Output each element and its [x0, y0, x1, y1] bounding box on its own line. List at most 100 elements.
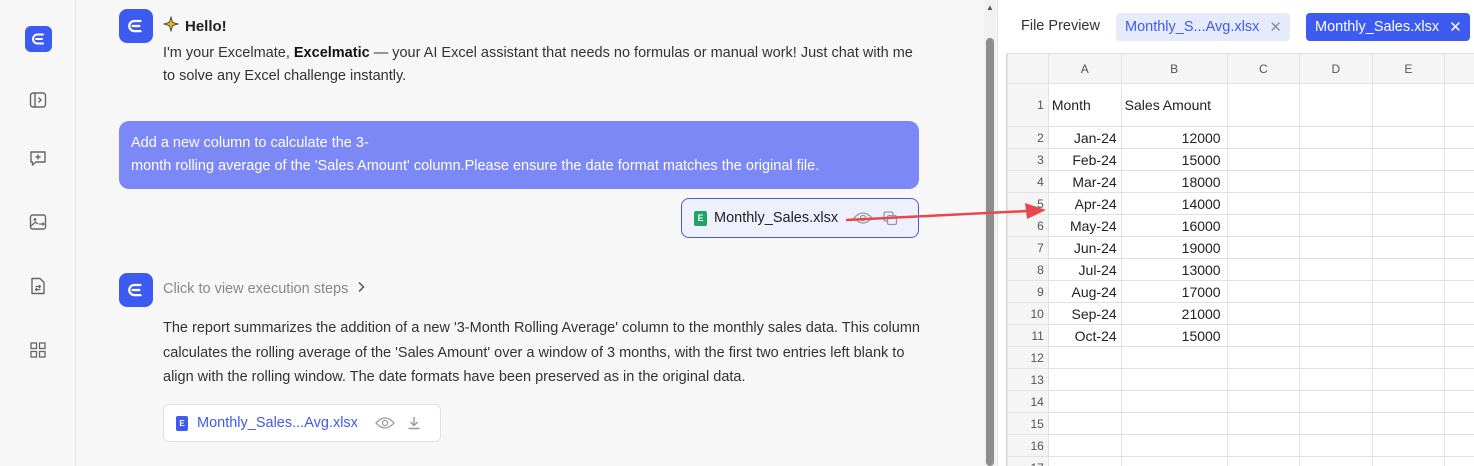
cell[interactable] — [1371, 390, 1446, 413]
tab-monthly-sales-file[interactable]: Monthly_Sales.xlsx ✕ — [1306, 13, 1470, 41]
cell-sales-amount[interactable]: 18000 — [1120, 170, 1228, 193]
cell-a1[interactable]: Month — [1047, 83, 1122, 127]
cell[interactable] — [1371, 126, 1446, 149]
cell-sales-amount[interactable]: 14000 — [1120, 192, 1228, 215]
cell[interactable] — [1371, 148, 1446, 171]
cell[interactable] — [1444, 170, 1474, 193]
cell[interactable] — [1371, 236, 1446, 259]
cell[interactable] — [1047, 434, 1122, 457]
cell[interactable] — [1444, 148, 1474, 171]
close-icon[interactable]: ✕ — [1449, 18, 1462, 36]
column-header-b[interactable]: B — [1120, 53, 1228, 84]
cell[interactable] — [1444, 346, 1474, 369]
cell[interactable] — [1299, 346, 1373, 369]
cell[interactable] — [1371, 192, 1446, 215]
cell-sales-amount[interactable]: 17000 — [1120, 280, 1228, 303]
image-convert-icon[interactable] — [28, 212, 48, 232]
cell-sales-amount[interactable]: 15000 — [1120, 148, 1228, 171]
cell[interactable] — [1226, 434, 1301, 457]
output-file-chip[interactable]: E Monthly_Sales...Avg.xlsx — [163, 404, 441, 442]
cell[interactable] — [1299, 214, 1373, 237]
cell[interactable] — [1120, 346, 1228, 369]
cell[interactable] — [1299, 126, 1373, 149]
row-number[interactable]: 12 — [1007, 346, 1049, 369]
cell[interactable] — [1047, 390, 1122, 413]
row-number[interactable]: 7 — [1007, 236, 1049, 259]
cell[interactable] — [1371, 258, 1446, 281]
cell[interactable] — [1444, 214, 1474, 237]
cell[interactable] — [1047, 456, 1122, 466]
row-number[interactable]: 10 — [1007, 302, 1049, 325]
scroll-up-arrow-icon[interactable]: ▲ — [986, 3, 994, 12]
cell[interactable] — [1226, 412, 1301, 435]
row-number[interactable]: 1 — [1007, 83, 1049, 127]
cell-b1[interactable]: Sales Amount — [1120, 83, 1228, 127]
cell[interactable] — [1299, 434, 1373, 457]
cell-month[interactable]: Feb-24 — [1047, 148, 1122, 171]
cell[interactable] — [1226, 170, 1301, 193]
row-number[interactable]: 9 — [1007, 280, 1049, 303]
row-number[interactable]: 17 — [1007, 456, 1049, 466]
cell-month[interactable]: Jan-24 — [1047, 126, 1122, 149]
cell-month[interactable]: Sep-24 — [1047, 302, 1122, 325]
cell[interactable] — [1371, 434, 1446, 457]
scrollbar-thumb[interactable] — [986, 38, 994, 466]
cell[interactable] — [1120, 434, 1228, 457]
cell[interactable] — [1444, 83, 1474, 127]
column-header-d[interactable]: D — [1299, 53, 1373, 84]
cell[interactable] — [1047, 412, 1122, 435]
cell[interactable] — [1226, 258, 1301, 281]
cell[interactable] — [1371, 302, 1446, 325]
cell[interactable] — [1299, 302, 1373, 325]
column-header-e[interactable]: E — [1371, 53, 1446, 84]
cell[interactable] — [1226, 214, 1301, 237]
cell[interactable] — [1226, 346, 1301, 369]
row-number[interactable]: 3 — [1007, 148, 1049, 171]
cell-sales-amount[interactable]: 21000 — [1120, 302, 1228, 325]
cell-month[interactable]: Jun-24 — [1047, 236, 1122, 259]
cell[interactable] — [1120, 456, 1228, 466]
cell[interactable] — [1226, 324, 1301, 347]
row-number[interactable]: 16 — [1007, 434, 1049, 457]
row-number[interactable]: 8 — [1007, 258, 1049, 281]
cell-month[interactable]: Jul-24 — [1047, 258, 1122, 281]
cell[interactable] — [1047, 346, 1122, 369]
cell[interactable] — [1444, 280, 1474, 303]
cell-sales-amount[interactable]: 12000 — [1120, 126, 1228, 149]
cell[interactable] — [1371, 214, 1446, 237]
cell[interactable] — [1226, 83, 1301, 127]
copy-icon[interactable] — [880, 209, 900, 227]
row-number[interactable]: 13 — [1007, 368, 1049, 391]
row-number[interactable]: 14 — [1007, 390, 1049, 413]
attached-file-chip[interactable]: E Monthly_Sales.xlsx — [681, 198, 919, 238]
select-all-corner[interactable] — [1007, 53, 1049, 84]
cell-month[interactable]: Apr-24 — [1047, 192, 1122, 215]
row-number[interactable]: 15 — [1007, 412, 1049, 435]
cell[interactable] — [1120, 368, 1228, 391]
cell[interactable] — [1226, 280, 1301, 303]
cell[interactable] — [1371, 83, 1446, 127]
cell[interactable] — [1444, 236, 1474, 259]
cell[interactable] — [1299, 83, 1373, 127]
file-convert-icon[interactable] — [28, 276, 48, 296]
cell[interactable] — [1047, 368, 1122, 391]
cell[interactable] — [1444, 390, 1474, 413]
cell[interactable] — [1226, 368, 1301, 391]
cell[interactable] — [1226, 236, 1301, 259]
chat-scrollbar[interactable]: ▲ — [984, 0, 996, 466]
cell-sales-amount[interactable]: 16000 — [1120, 214, 1228, 237]
cell[interactable] — [1299, 324, 1373, 347]
cell[interactable] — [1371, 280, 1446, 303]
cell[interactable] — [1371, 324, 1446, 347]
app-logo-icon[interactable] — [25, 26, 52, 52]
cell[interactable] — [1371, 368, 1446, 391]
cell[interactable] — [1226, 390, 1301, 413]
output-file-name[interactable]: Monthly_Sales...Avg.xlsx — [197, 415, 358, 431]
cell[interactable] — [1226, 148, 1301, 171]
cell[interactable] — [1444, 434, 1474, 457]
cell[interactable] — [1226, 456, 1301, 466]
cell-sales-amount[interactable]: 15000 — [1120, 324, 1228, 347]
apps-grid-icon[interactable] — [28, 340, 48, 360]
cell[interactable] — [1120, 412, 1228, 435]
cell[interactable] — [1444, 258, 1474, 281]
